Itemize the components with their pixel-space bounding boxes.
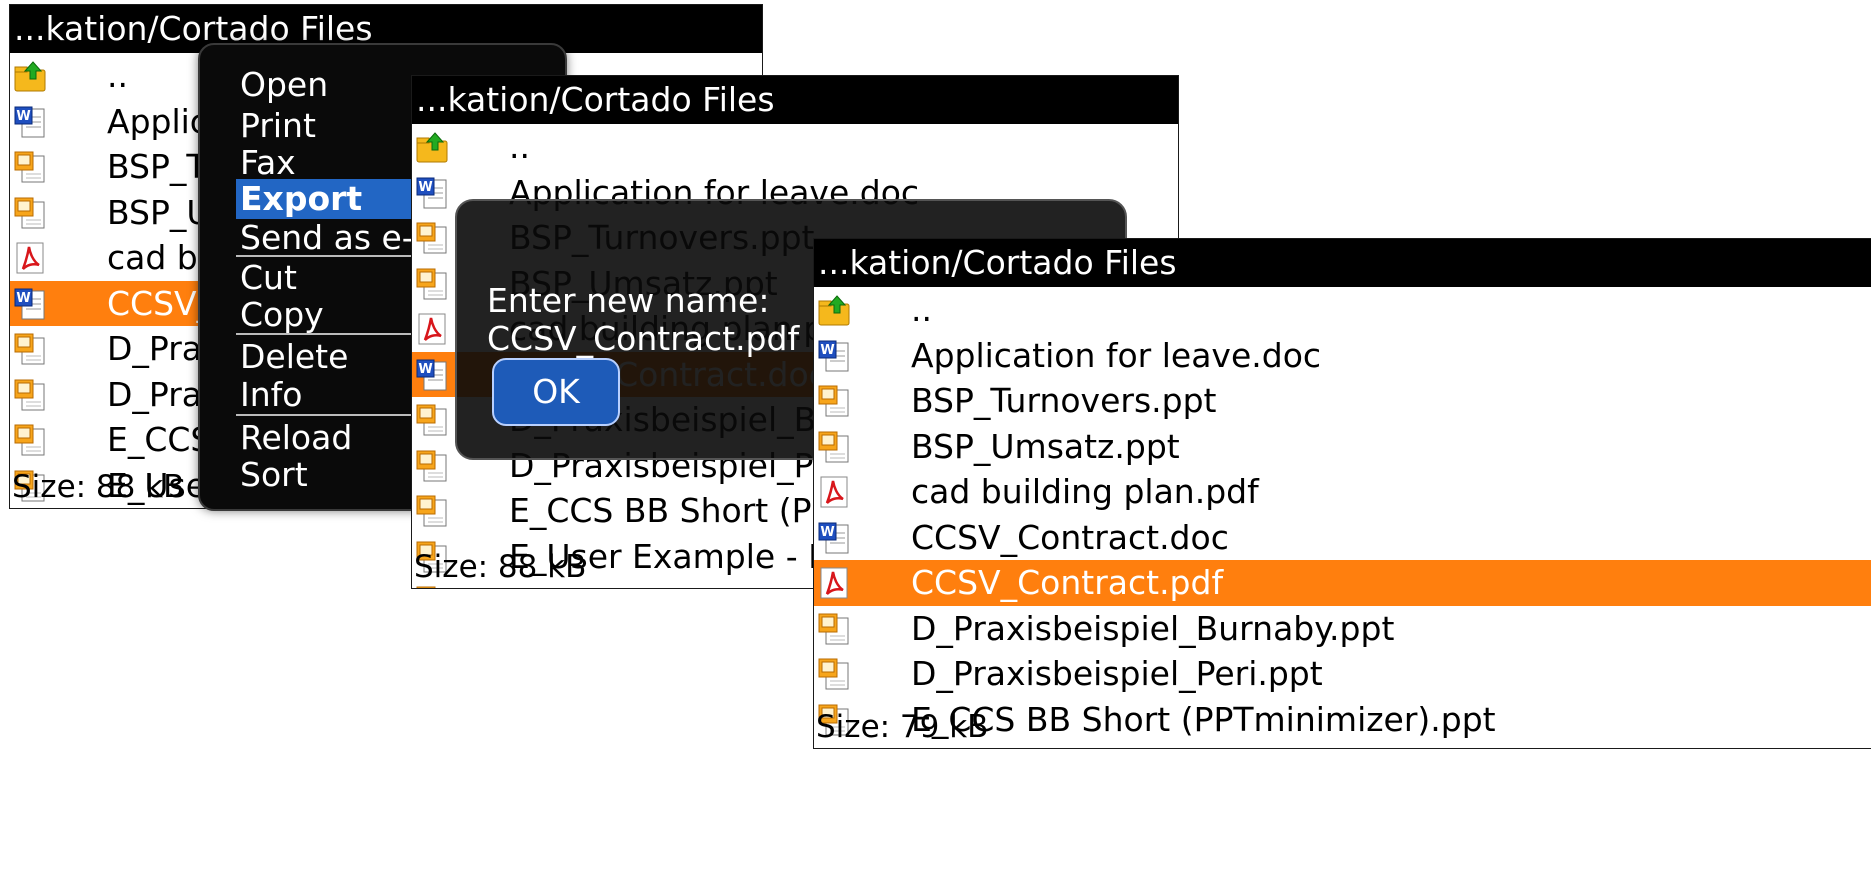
pdf-icon [14, 241, 46, 275]
ppt-icon [14, 423, 46, 457]
status-bar: Size: 88 kB [414, 549, 587, 585]
file-name: BSP_Umsatz.ppt [911, 426, 1180, 466]
file-name: CCSV_Contract.doc [911, 517, 1229, 557]
file-name: BSP_Turnovers.ppt [911, 381, 1217, 420]
ppt-icon [14, 196, 46, 230]
folder-up-icon [818, 293, 850, 327]
file-row[interactable]: cad building plan.pdf [814, 469, 1871, 515]
file-row[interactable]: W Application for leave.doc [814, 333, 1871, 379]
file-name: CCSV_Contract.pdf [911, 563, 1224, 602]
ppt-icon [818, 384, 850, 418]
file-name: cad building plan.pdf [911, 472, 1259, 511]
folder-up-icon [14, 59, 46, 93]
ppt-icon [416, 494, 448, 528]
ppt-icon [818, 657, 850, 691]
svg-text:W: W [16, 109, 30, 124]
svg-text:W: W [418, 362, 432, 377]
status-bar: Size: 79 kB [816, 709, 989, 745]
title-bar: ...kation/Cortado Files [412, 76, 1178, 124]
file-row[interactable]: CCSV_Contract.pdf [814, 560, 1871, 606]
file-list: .. W Application for leave.doc BSP_Turnover… [814, 287, 1871, 749]
ppt-icon [14, 150, 46, 184]
ppt-icon [416, 403, 448, 437]
pdf-icon [818, 566, 850, 600]
title-bar: ...kation/Cortado Files [814, 239, 1871, 287]
ppt-icon [818, 748, 850, 749]
doc-icon: W [14, 105, 46, 139]
ppt-icon [416, 449, 448, 483]
ppt-icon [14, 378, 46, 412]
folder-up-icon [416, 130, 448, 164]
file-row[interactable]: W CCSV_Contract.doc [814, 515, 1871, 561]
file-name: D_Praxisbeispiel_Burnaby.ppt [911, 608, 1395, 648]
pdf-icon [416, 312, 448, 346]
ppt-icon [818, 430, 850, 464]
doc-icon: W [416, 176, 448, 210]
file-browser-screen-3: ...kation/Cortado Files .. W Application f… [813, 238, 1871, 749]
file-name: E_CCS BB Short (PPTminimizer).ppt [911, 699, 1496, 739]
doc-icon: W [14, 287, 46, 321]
doc-icon: W [818, 521, 850, 555]
file-row[interactable]: .. [814, 287, 1871, 333]
file-name: .. [509, 127, 530, 166]
rename-prompt: Enter new name: [487, 281, 770, 320]
ppt-icon [818, 612, 850, 646]
file-row[interactable]: D_Praxisbeispiel_Burnaby.ppt [814, 606, 1871, 652]
rename-name-field[interactable]: CCSV_Contract.pdf [487, 319, 799, 358]
svg-text:W: W [16, 291, 30, 306]
doc-icon: W [818, 339, 850, 373]
pdf-icon [818, 475, 850, 509]
svg-text:W: W [418, 180, 432, 195]
ok-button[interactable]: OK [492, 358, 620, 426]
file-row[interactable]: BSP_Turnovers.ppt [814, 378, 1871, 424]
doc-icon: W [416, 358, 448, 392]
svg-text:W: W [820, 525, 834, 540]
file-row[interactable]: BSP_Umsatz.ppt [814, 424, 1871, 470]
file-name: D_Praxisbeispiel_Peri.ppt [911, 654, 1323, 693]
ppt-icon [416, 221, 448, 255]
ppt-icon [14, 332, 46, 366]
file-row[interactable]: .. [412, 124, 1178, 170]
file-name: .. [911, 290, 932, 329]
file-row[interactable]: D_Praxisbeispiel_Peri.ppt [814, 651, 1871, 697]
svg-text:W: W [820, 343, 834, 358]
file-name: .. [107, 56, 128, 95]
ppt-icon [416, 267, 448, 301]
file-name: Application for leave.doc [911, 335, 1322, 375]
status-bar: Size: 88 kB [12, 469, 185, 505]
